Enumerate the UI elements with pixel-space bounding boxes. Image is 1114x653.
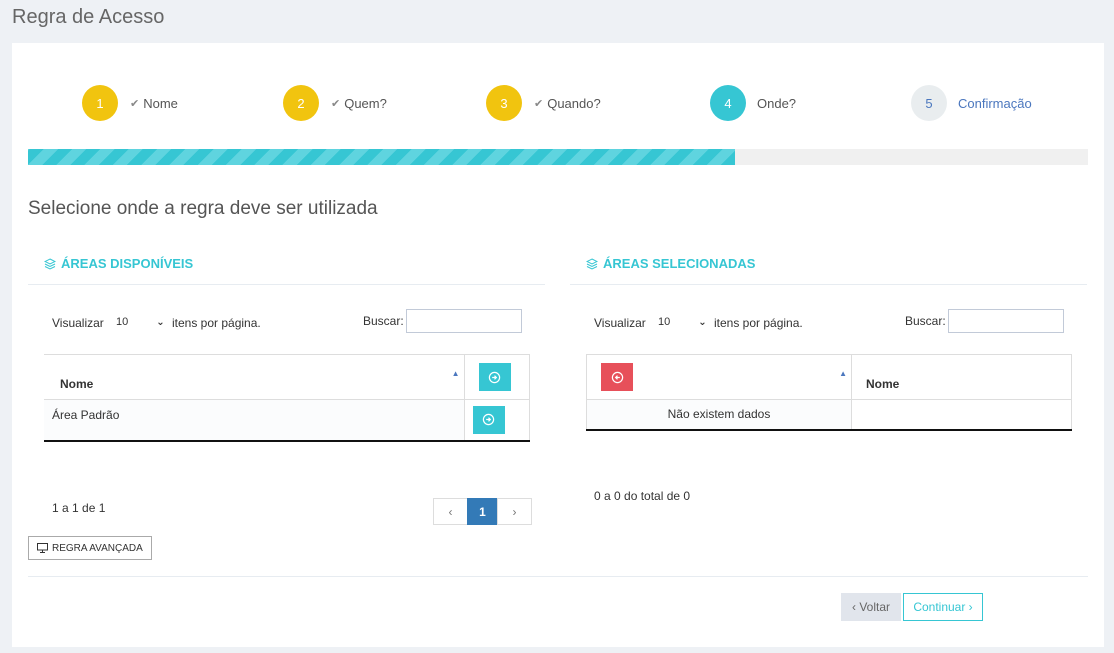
continue-button[interactable]: Continuar › [903,593,983,621]
back-button[interactable]: ‹ Voltar [841,593,901,621]
check-icon: ✔ [130,97,140,110]
step-label: Confirmação [958,95,1032,111]
advanced-rule-button[interactable]: REGRA AVANÇADA [28,536,152,560]
page-size-select[interactable]: 10 ⌄ [116,316,165,328]
page-title: Regra de Acesso [12,6,165,28]
column-header-nome[interactable]: Nome [851,354,1072,400]
table-info: 1 a 1 de 1 [52,501,106,515]
step-2[interactable]: 2 ✔ Quem? [283,85,387,121]
wizard-progress-bar [28,149,1088,165]
advanced-rule-label: REGRA AVANÇADA [52,542,143,554]
step-3[interactable]: 3 ✔ Quando? [486,85,601,121]
divider [28,576,1088,577]
step-number: 4 [710,85,746,121]
monitor-icon [37,543,48,553]
add-all-button[interactable] [478,363,511,391]
search-label: Buscar: [905,314,946,328]
items-per-page-label: itens por página. [172,316,261,330]
step-number: 5 [911,85,947,121]
step-number: 3 [486,85,522,121]
table-row: Não existem dados [586,399,1072,431]
step-label: Quando? [547,95,601,111]
step-label: Nome [143,95,178,111]
search-input[interactable] [406,309,522,333]
table-row: Área Padrão [44,399,530,442]
empty-message: Não existem dados [586,399,852,431]
add-all-header [463,354,530,400]
progress-fill [28,149,736,165]
pagination: ‹ 1 › [433,498,532,525]
add-area-button[interactable] [472,405,505,434]
layers-icon [44,257,56,270]
visualizar-label: Visualizar [52,316,104,330]
area-name-cell: Área Padrão [44,399,464,442]
step-1[interactable]: 1 ✔ Nome [82,85,178,121]
search-label: Buscar: [363,314,404,328]
panel-title: ÁREAS DISPONÍVEIS [61,256,194,271]
selected-areas-panel: ÁREAS SELECIONADAS Visualizar 10 ⌄ itens … [570,243,1087,503]
page-button-current[interactable]: 1 [467,498,498,525]
visualizar-label: Visualizar [594,316,646,330]
step-5[interactable]: 5 Confirmação [911,85,1032,121]
chevron-down-icon: ⌄ [156,317,165,328]
page-size-select[interactable]: 10 ⌄ [658,316,707,328]
table-info: 0 a 0 do total de 0 [594,489,691,503]
available-areas-panel: ÁREAS DISPONÍVEIS Visualizar 10 ⌄ itens p… [28,243,545,525]
selected-areas-table: ▲ Nome Não existem dados [586,354,1072,431]
sort-asc-icon: ▲ [839,369,847,378]
arrow-circle-left-icon [611,371,623,383]
search-input[interactable] [948,309,1064,333]
step-label: Quem? [344,95,387,111]
step-number: 1 [82,85,118,121]
step-label: Onde? [757,95,797,111]
panel-title: ÁREAS SELECIONADAS [603,256,756,271]
chevron-down-icon: ⌄ [698,317,707,328]
sort-asc-icon: ▲ [451,369,460,378]
arrow-circle-right-icon [482,414,495,426]
column-header-nome[interactable]: Nome ▲ [44,354,464,400]
section-title: Selecione onde a regra deve ser utilizad… [28,198,378,219]
check-icon: ✔ [331,97,341,110]
items-per-page-label: itens por página. [714,316,803,330]
remove-all-header: ▲ [586,354,852,400]
wizard-card: 1 ✔ Nome 2 ✔ Quem? 3 ✔ Quando? 4 Onde? 5 Co… [12,43,1104,647]
available-areas-table: Nome ▲ Área Padrão [44,354,530,442]
step-number: 2 [283,85,319,121]
next-page-button[interactable]: › [497,498,532,525]
layers-icon [586,257,598,270]
step-4[interactable]: 4 Onde? [710,85,796,121]
arrow-circle-right-icon [488,371,501,383]
remove-all-button[interactable] [601,363,633,391]
check-icon: ✔ [534,97,544,110]
prev-page-button[interactable]: ‹ [433,498,468,525]
